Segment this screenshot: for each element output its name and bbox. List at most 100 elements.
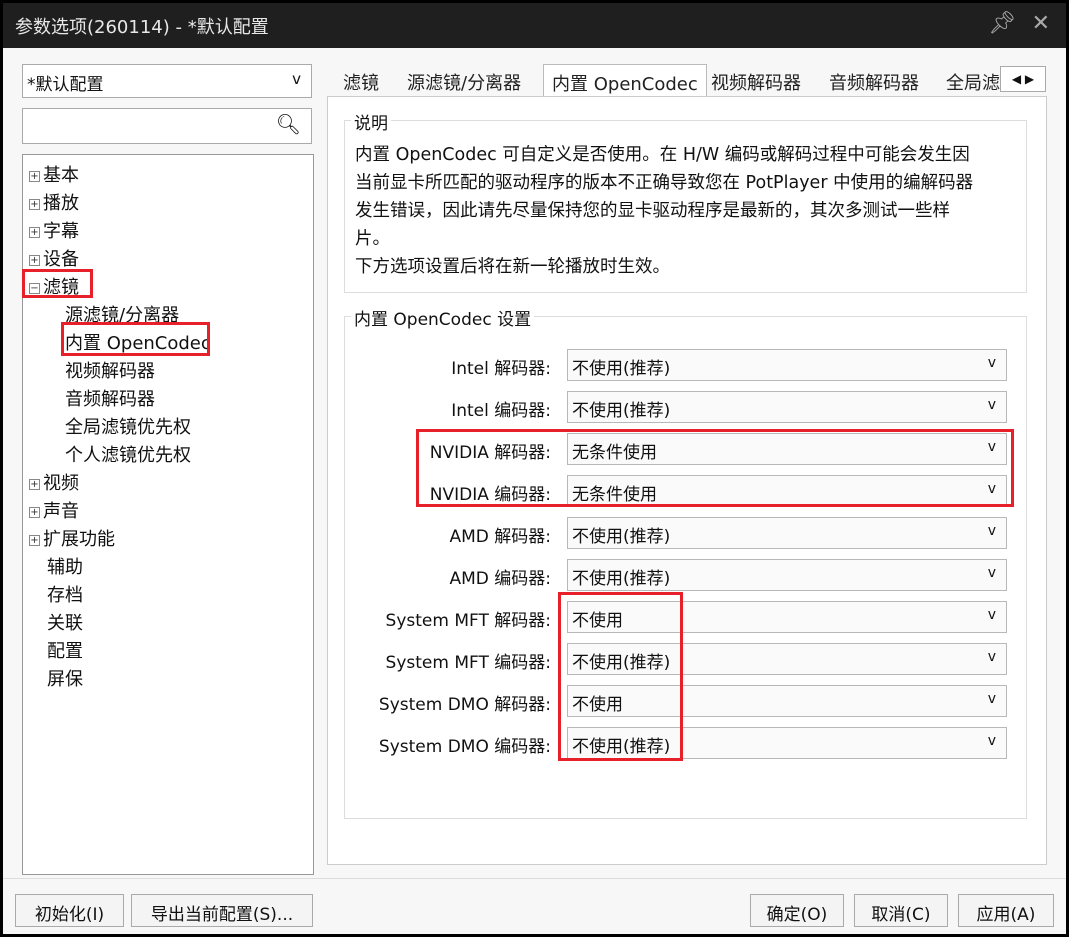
profile-value: *默认配置 xyxy=(27,75,104,95)
tree-item-label: 个人滤镜优先权 xyxy=(65,445,191,466)
highlight-filter xyxy=(22,269,93,298)
tree-item[interactable]: 个人滤镜优先权 xyxy=(65,441,191,467)
highlight-system xyxy=(558,592,683,761)
setting-label: Intel 解码器: xyxy=(331,354,551,379)
tab-scroll[interactable]: ◀ ▶ xyxy=(1000,66,1046,92)
tree-item-label: 字幕 xyxy=(43,221,79,242)
chevron-down-icon: v xyxy=(988,733,996,749)
arrow-right-icon[interactable]: ▶ xyxy=(1025,72,1034,86)
tab[interactable]: 滤镜 xyxy=(335,64,387,97)
highlight-nvidia xyxy=(416,429,1014,507)
tree-item[interactable]: +声音 xyxy=(29,497,79,523)
tree-item[interactable]: 屏保 xyxy=(47,665,83,691)
setting-value: 不使用(推荐) xyxy=(572,401,670,421)
tab[interactable]: 源滤镜/分离器 xyxy=(399,64,529,97)
expand-icon[interactable]: + xyxy=(29,199,40,210)
settings-group: 内置 OpenCodec 设置 Intel 解码器:不使用(推荐)vIntel … xyxy=(344,316,1027,819)
window-title: 参数选项(260114) - *默认配置 xyxy=(15,17,269,38)
tree-item[interactable]: +基本 xyxy=(29,161,79,187)
tree-item[interactable]: +播放 xyxy=(29,189,79,215)
setting-label: AMD 解码器: xyxy=(331,522,551,547)
tree-item-label: 音频解码器 xyxy=(65,389,155,410)
tree-item-label: 屏保 xyxy=(47,669,83,690)
tree-item-label: 声音 xyxy=(43,501,79,522)
setting-label: Intel 编码器: xyxy=(331,396,551,421)
tree-item[interactable]: +字幕 xyxy=(29,217,79,243)
expand-icon[interactable]: + xyxy=(29,479,40,490)
tree-item[interactable]: 关联 xyxy=(47,609,83,635)
search-input[interactable]: 🔍︎ xyxy=(22,108,312,144)
chevron-down-icon: v xyxy=(988,565,996,581)
setting-label: System MFT 编码器: xyxy=(331,648,551,673)
tab[interactable]: 全局滤 xyxy=(938,64,1000,97)
tab[interactable]: 视频解码器 xyxy=(703,64,809,97)
tree-item[interactable]: 配置 xyxy=(47,637,83,663)
setting-select[interactable]: 不使用(推荐) v xyxy=(567,391,1007,423)
tree-item-label: 关联 xyxy=(47,613,83,634)
tree-item-label: 存档 xyxy=(47,585,83,606)
setting-value: 不使用(推荐) xyxy=(572,569,670,589)
setting-label: System MFT 解码器: xyxy=(331,606,551,631)
settings-title: 内置 OpenCodec 设置 xyxy=(351,305,534,330)
tree-item[interactable]: 视频解码器 xyxy=(65,357,155,383)
description-line: 当前显卡所匹配的驱动程序的版本不正确导致您在 PotPlayer 中使用的编解码… xyxy=(355,169,973,197)
chevron-down-icon: v xyxy=(988,355,996,371)
init-button[interactable]: 初始化(I) xyxy=(15,894,124,927)
setting-select[interactable]: 不使用(推荐) v xyxy=(567,559,1007,591)
description-line: 发生错误，因此请先尽量保持您的显卡驱动程序是最新的，其次多测试一些样 xyxy=(355,197,973,225)
setting-select[interactable]: 不使用(推荐) v xyxy=(567,349,1007,381)
tree-item-label: 设备 xyxy=(43,249,79,270)
tree-item[interactable]: +扩展功能 xyxy=(29,525,115,551)
tree-item-label: 视频 xyxy=(43,473,79,494)
expand-icon[interactable]: + xyxy=(29,171,40,182)
expand-icon[interactable]: + xyxy=(29,227,40,238)
expand-icon[interactable]: + xyxy=(29,507,40,518)
tree-item[interactable]: +设备 xyxy=(29,245,79,271)
tree-item[interactable]: 全局滤镜优先权 xyxy=(65,413,191,439)
tree-item[interactable]: +视频 xyxy=(29,469,79,495)
tree-item[interactable]: 辅助 xyxy=(47,553,83,579)
search-icon: 🔍︎ xyxy=(276,112,301,136)
setting-value: 不使用(推荐) xyxy=(572,527,670,547)
ok-button[interactable]: 确定(O) xyxy=(750,894,844,927)
tree-item-label: 播放 xyxy=(43,193,79,214)
title-bar: 参数选项(260114) - *默认配置 📌︎ ✕ xyxy=(3,3,1066,48)
apply-button[interactable]: 应用(A) xyxy=(958,894,1054,927)
setting-value: 不使用(推荐) xyxy=(572,359,670,379)
expand-icon[interactable]: + xyxy=(29,255,40,266)
highlight-opencodec xyxy=(61,322,210,356)
profile-select[interactable]: *默认配置 v xyxy=(22,64,312,98)
chevron-down-icon: v xyxy=(988,649,996,665)
chevron-down-icon: v xyxy=(988,397,996,413)
arrow-left-icon[interactable]: ◀ xyxy=(1012,72,1021,86)
export-config-button[interactable]: 导出当前配置(S)... xyxy=(131,894,313,927)
tree-item-label: 扩展功能 xyxy=(43,529,115,550)
setting-label: System DMO 解码器: xyxy=(331,690,551,715)
tree-item-label: 视频解码器 xyxy=(65,361,155,382)
description-line: 片。 xyxy=(355,225,973,253)
close-icon[interactable]: ✕ xyxy=(1032,11,1050,36)
preferences-window: 参数选项(260114) - *默认配置 📌︎ ✕ *默认配置v 🔍︎ +基本+… xyxy=(3,3,1066,934)
tree-item[interactable]: 音频解码器 xyxy=(65,385,155,411)
cancel-button[interactable]: 取消(C) xyxy=(854,894,948,927)
chevron-down-icon: v xyxy=(988,607,996,623)
settings-tree[interactable]: +基本+播放+字幕+设备−滤镜源滤镜/分离器内置 OpenCodec视频解码器音… xyxy=(22,154,314,875)
tab[interactable]: 内置 OpenCodec xyxy=(543,64,707,99)
chevron-down-icon: v xyxy=(988,691,996,707)
tree-item[interactable]: 存档 xyxy=(47,581,83,607)
tab[interactable]: 音频解码器 xyxy=(821,64,927,97)
chevron-down-icon: v xyxy=(292,70,301,88)
setting-label: System DMO 编码器: xyxy=(331,732,551,757)
description-group: 说明 内置 OpenCodec 可自定义是否使用。在 H/W 编码或解码过程中可… xyxy=(344,120,1027,293)
tree-item-label: 基本 xyxy=(43,165,79,186)
expand-icon[interactable]: + xyxy=(29,535,40,546)
setting-select[interactable]: 不使用(推荐) v xyxy=(567,517,1007,549)
description-line: 下方选项设置后将在新一轮播放时生效。 xyxy=(355,253,973,281)
tree-item-label: 辅助 xyxy=(47,557,83,578)
pin-icon[interactable]: 📌︎ xyxy=(988,11,1016,36)
chevron-down-icon: v xyxy=(988,523,996,539)
tree-item-label: 配置 xyxy=(47,641,83,662)
tree-item-label: 全局滤镜优先权 xyxy=(65,417,191,438)
description-title: 说明 xyxy=(351,109,391,134)
setting-label: AMD 编码器: xyxy=(331,564,551,589)
